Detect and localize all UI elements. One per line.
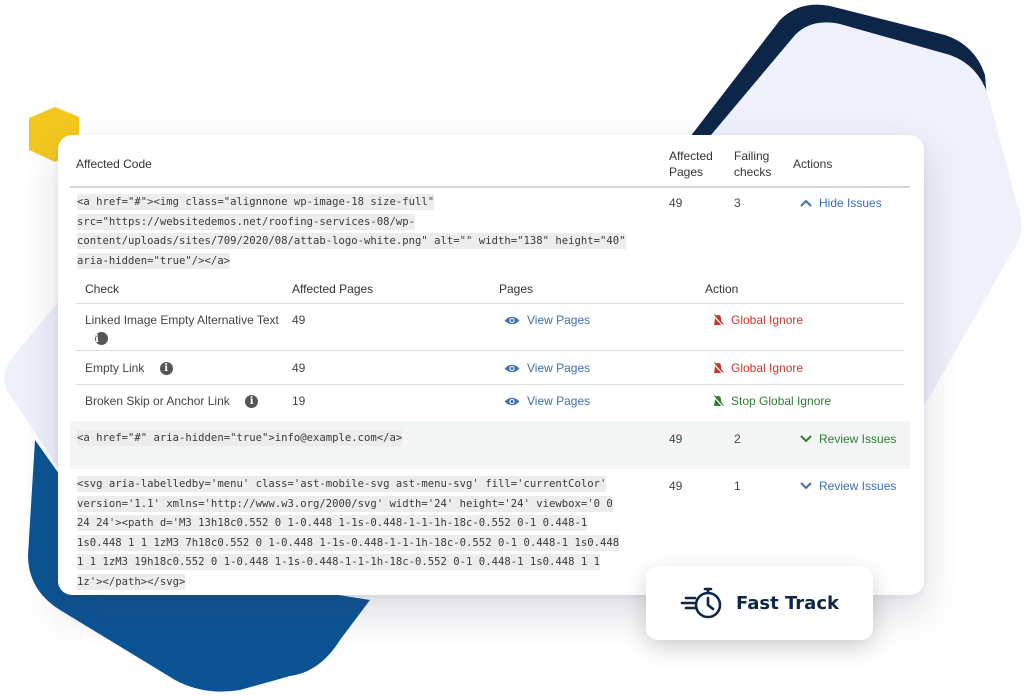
stop-global-ignore-button[interactable]: Stop Global Ignore <box>712 393 831 409</box>
view-pages-label: View Pages <box>527 394 591 408</box>
row-2-affected-pages: 49 <box>669 432 683 446</box>
row-3-affected-pages: 49 <box>669 479 683 493</box>
header-actions: Actions <box>793 157 833 171</box>
check-name: Broken Skip or Anchor Link <box>85 394 230 408</box>
header-affected-pages: Affected Pages <box>669 148 713 180</box>
row-1-failing-checks: 3 <box>734 196 741 210</box>
code-line: 1z'></path></svg> <box>77 573 186 590</box>
check-name: Linked Image Empty Alternative Text <box>85 313 279 327</box>
table-row-2-code: <a href="#" aria-hidden="true">info@exam… <box>77 429 403 449</box>
subheader-pages: Pages <box>499 282 534 296</box>
stopwatch-icon <box>680 587 722 619</box>
info-icon[interactable]: i <box>95 331 108 345</box>
code-line: version='1.1' xmlns='http://www.w3.org/2… <box>77 495 613 512</box>
subheader-check: Check <box>85 282 120 296</box>
view-pages-label: View Pages <box>527 313 591 327</box>
review-issues-button[interactable]: Review Issues <box>800 431 896 447</box>
global-ignore-button[interactable]: Global Ignore <box>712 312 803 328</box>
header-divider <box>70 186 910 188</box>
code-line: 1 1 1zM3 19h18c0.552 0 1-0.448 1-1s-0.44… <box>77 554 600 570</box>
subheader-affected-pages: Affected Pages <box>292 282 374 296</box>
header-failing-checks-line2: checks <box>734 165 772 179</box>
fast-track-badge: Fast Track <box>646 566 873 640</box>
header-failing-checks-line1: Failing <box>734 149 770 163</box>
stop-global-ignore-label: Stop Global Ignore <box>731 394 832 408</box>
header-affected-pages-line2: Pages <box>669 165 704 179</box>
table-row-3-code: <svg aria-labelledby='menu' class='ast-m… <box>77 475 620 592</box>
header-affected-code: Affected Code <box>76 157 152 171</box>
code-line: aria-hidden="true"/></a> <box>77 252 231 269</box>
subheader-action: Action <box>705 282 739 296</box>
global-ignore-label: Global Ignore <box>731 313 804 327</box>
subtable-row-3-check: Broken Skip or Anchor Link i <box>85 393 259 409</box>
table-row-1-code: <a href="#"><img class="alignnone wp-ima… <box>77 193 626 271</box>
issues-card: Affected Code Affected Pages Failing che… <box>58 135 924 595</box>
subrow-divider <box>76 350 904 351</box>
subheader-divider <box>76 303 904 304</box>
code-line: src="https://websitedemos.net/roofing-se… <box>77 213 416 230</box>
bell-slash-icon <box>712 394 724 407</box>
code-line: <a href="#"><img class="alignnone wp-ima… <box>77 194 435 210</box>
header-failing-checks: Failing checks <box>734 148 771 180</box>
bell-slash-icon <box>712 313 724 326</box>
subtable-row-1-affected: 49 <box>292 313 306 327</box>
fast-track-label: Fast Track <box>736 592 839 614</box>
hide-issues-label: Hide Issues <box>819 196 882 210</box>
review-issues-label: Review Issues <box>819 432 897 446</box>
eye-icon <box>504 316 520 324</box>
row-1-affected-pages: 49 <box>669 196 683 210</box>
row-3-failing-checks: 1 <box>734 479 741 493</box>
code-line: 1s0.448 1 1 1zM3 7h18c0.552 0 1-0.448 1-… <box>77 534 620 551</box>
subtable-row-1-check: Linked Image Empty Alternative Text i <box>85 312 285 345</box>
check-name: Empty Link <box>85 361 145 375</box>
chevron-down-icon <box>800 435 812 443</box>
subtable-row-2-affected: 49 <box>292 361 306 375</box>
view-pages-link[interactable]: View Pages <box>504 393 590 409</box>
global-ignore-label: Global Ignore <box>731 361 804 375</box>
header-affected-pages-line1: Affected <box>669 149 713 163</box>
eye-icon <box>504 364 520 372</box>
row-2-failing-checks: 2 <box>734 432 741 446</box>
eye-icon <box>504 397 520 405</box>
light-left-shape <box>4 300 61 470</box>
hide-issues-button[interactable]: Hide Issues <box>800 195 882 211</box>
view-pages-link[interactable]: View Pages <box>504 312 590 328</box>
subtable-row-2-check: Empty Link i <box>85 360 173 376</box>
chevron-down-icon <box>800 482 812 490</box>
code-line: <a href="#" aria-hidden="true">info@exam… <box>77 430 403 446</box>
view-pages-link[interactable]: View Pages <box>504 360 590 376</box>
subtable-row-3-affected: 19 <box>292 394 306 408</box>
code-line: <svg aria-labelledby='menu' class='ast-m… <box>77 476 607 492</box>
info-icon[interactable]: i <box>159 362 173 376</box>
code-line: content/uploads/sites/709/2020/08/attab-… <box>77 233 626 249</box>
bell-slash-icon <box>712 361 724 374</box>
view-pages-label: View Pages <box>527 361 591 375</box>
chevron-up-icon <box>800 199 812 207</box>
global-ignore-button[interactable]: Global Ignore <box>712 360 803 376</box>
code-line: 24 24'><path d='M3 13h18c0.552 0 1-0.448… <box>77 515 588 531</box>
subrow-divider <box>76 384 904 385</box>
review-issues-button[interactable]: Review Issues <box>800 478 896 494</box>
review-issues-label: Review Issues <box>819 479 897 493</box>
info-icon[interactable]: i <box>245 395 259 409</box>
